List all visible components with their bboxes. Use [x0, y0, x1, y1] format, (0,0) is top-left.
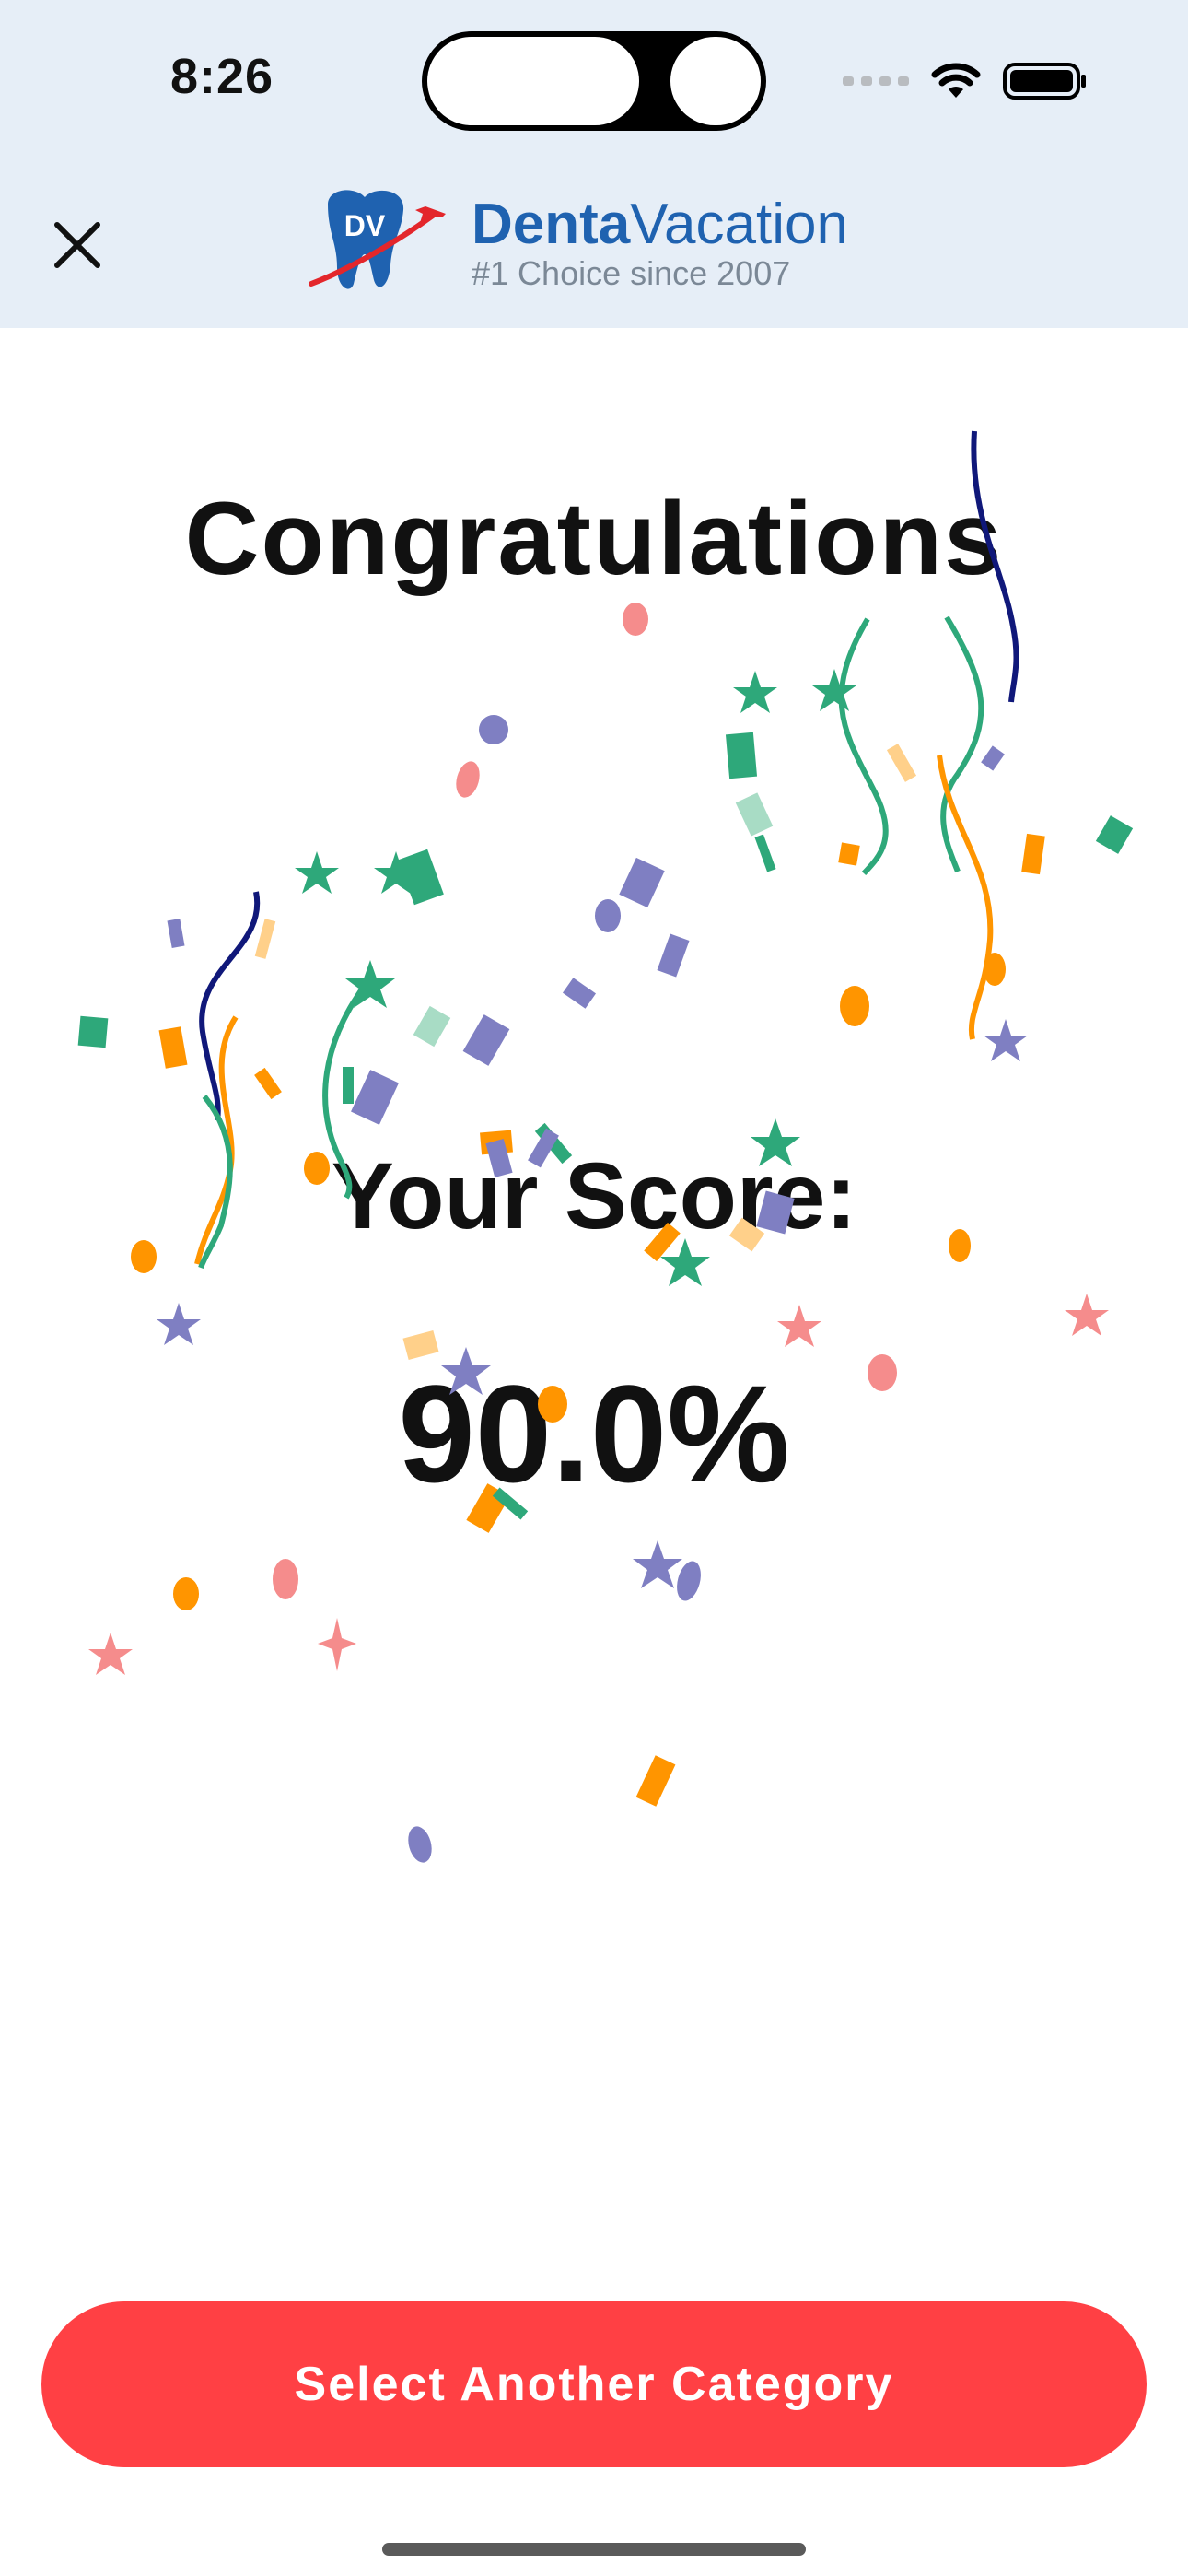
select-another-category-button[interactable]: Select Another Category [41, 2301, 1147, 2467]
star-confetti [812, 669, 856, 711]
paper-confetti [619, 857, 665, 908]
tooth-plane-logo-icon: DV [309, 190, 446, 289]
paper-confetti [343, 1067, 354, 1104]
dot-confetti [173, 1577, 199, 1610]
star-confetti [1065, 1294, 1109, 1336]
paper-confetti [657, 933, 690, 978]
streamer-green [838, 617, 889, 876]
star-confetti [633, 1540, 682, 1588]
streamer-navy [199, 891, 261, 1121]
congratulations-title: Congratulations [184, 481, 1004, 596]
app-header: 8:26 DV DentaVacation #1 Choice since 20… [0, 0, 1188, 328]
dot-confetti [273, 1559, 298, 1599]
star-confetti [733, 671, 777, 713]
paper-confetti [635, 1755, 676, 1807]
wifi-icon [931, 63, 981, 98]
star-confetti [777, 1305, 821, 1347]
star-confetti [345, 960, 395, 1008]
paper-confetti [398, 849, 444, 906]
paper-confetti [254, 1067, 282, 1100]
star-confetti [295, 851, 339, 894]
star-confetti [984, 1019, 1028, 1061]
star-confetti [88, 1633, 133, 1675]
dot-confetti [408, 1826, 432, 1863]
star-confetti [374, 851, 418, 894]
streamer-orange [937, 755, 994, 1040]
paper-confetti [1095, 815, 1134, 854]
paper-confetti [838, 842, 860, 866]
brand-name: DentaVacation [472, 193, 848, 256]
star-confetti [318, 1618, 356, 1671]
score-value: 90.0% [398, 1356, 790, 1511]
status-time: 8:26 [170, 49, 274, 104]
dot-confetti [840, 986, 869, 1026]
status-icons [843, 59, 1088, 103]
paper-confetti [1021, 833, 1045, 875]
battery-icon [1003, 63, 1086, 100]
paper-confetti [725, 732, 758, 779]
paper-confetti [77, 1015, 109, 1048]
score-label: Your Score: [331, 1143, 857, 1248]
dot-confetti [456, 761, 480, 798]
paper-confetti [886, 744, 917, 782]
signal-icon [843, 76, 909, 86]
paper-confetti [462, 1014, 510, 1066]
brand-logo-block: DV DentaVacation #1 Choice since 2007 [304, 184, 848, 304]
dot-confetti [595, 899, 621, 932]
dot-confetti [479, 715, 508, 744]
score-screen: 8:26 DV DentaVacation #1 Choice since 20… [0, 0, 1188, 2576]
dot-confetti [984, 953, 1006, 986]
home-indicator [382, 2543, 806, 2556]
confetti-overlay [77, 430, 1134, 1863]
paper-confetti [167, 919, 185, 948]
dot-confetti [677, 1561, 701, 1601]
close-button[interactable] [41, 208, 114, 282]
paper-confetti [735, 792, 774, 837]
svg-text:DV: DV [344, 209, 386, 242]
paper-confetti [754, 834, 776, 872]
close-icon [54, 222, 100, 268]
paper-confetti [562, 978, 597, 1009]
paper-confetti [158, 1026, 188, 1069]
star-confetti [157, 1303, 201, 1345]
paper-confetti [981, 745, 1005, 771]
paper-confetti [254, 919, 276, 959]
paper-confetti [351, 1070, 399, 1125]
dot-confetti [623, 603, 648, 636]
dynamic-island [422, 31, 766, 131]
brand-tagline: #1 Choice since 2007 [472, 254, 791, 292]
paper-confetti [413, 1005, 451, 1048]
streamer-green [940, 615, 984, 873]
